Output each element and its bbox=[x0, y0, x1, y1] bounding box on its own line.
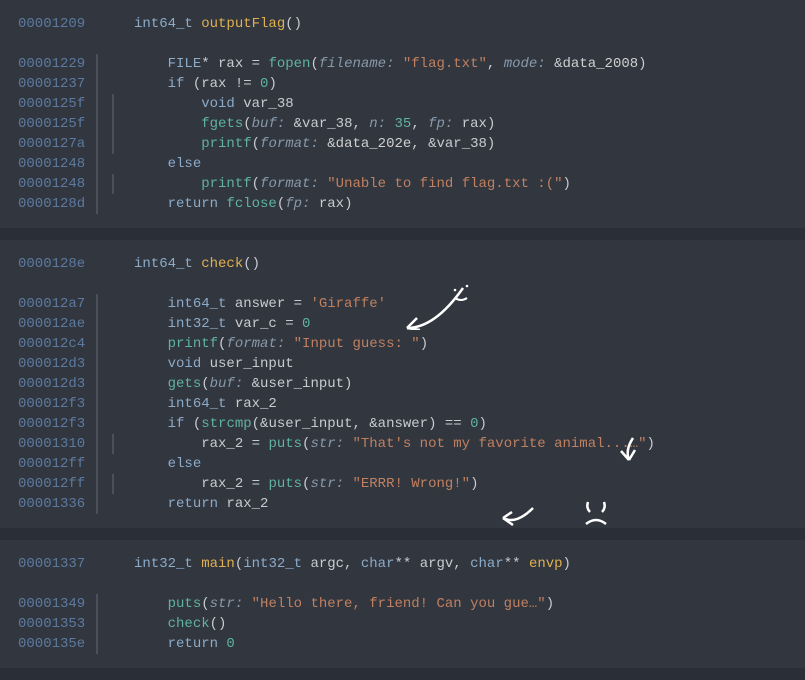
code-line[interactable]: 000012d3 void user_input bbox=[0, 354, 805, 374]
address: 00001337 bbox=[18, 554, 96, 574]
address: 00001248 bbox=[18, 154, 96, 174]
address: 0000128d bbox=[18, 194, 96, 214]
code-text: if (strcmp(&user_input, &answer) == 0) bbox=[134, 414, 787, 434]
blank-line bbox=[0, 574, 805, 594]
code-line[interactable]: 0000125f void var_38 bbox=[0, 94, 805, 114]
code-text: printf(format: &data_202e, &var_38) bbox=[134, 134, 787, 154]
code-line[interactable]: 00001310 rax_2 = puts(str: "That's not m… bbox=[0, 434, 805, 454]
address: 000012c4 bbox=[18, 334, 96, 354]
code-line[interactable]: 0000125f fgets(buf: &var_38, n: 35, fp: … bbox=[0, 114, 805, 134]
code-line[interactable]: 000012a7 int64_t answer = 'Giraffe' bbox=[0, 294, 805, 314]
code-text: void var_38 bbox=[134, 94, 787, 114]
code-line[interactable]: 000012ff rax_2 = puts(str: "ERRR! Wrong!… bbox=[0, 474, 805, 494]
address: 000012ff bbox=[18, 454, 96, 474]
address: 0000135e bbox=[18, 634, 96, 654]
code-text: check() bbox=[134, 614, 787, 634]
address: 0000127a bbox=[18, 134, 96, 154]
code-text: int64_t rax_2 bbox=[134, 394, 787, 414]
code-line[interactable]: 000012ff else bbox=[0, 454, 805, 474]
code-text: void user_input bbox=[134, 354, 787, 374]
address: 00001353 bbox=[18, 614, 96, 634]
code-text: printf(format: "Unable to find flag.txt … bbox=[134, 174, 787, 194]
code-text: return fclose(fp: rax) bbox=[134, 194, 787, 214]
address: 0000128e bbox=[18, 254, 96, 274]
code-line[interactable]: 00001349 puts(str: "Hello there, friend!… bbox=[0, 594, 805, 614]
code-text: rax_2 = puts(str: "ERRR! Wrong!") bbox=[134, 474, 787, 494]
address: 000012ae bbox=[18, 314, 96, 334]
function-signature[interactable]: 0000128e int64_t check() bbox=[0, 254, 805, 274]
code-line[interactable]: 000012f3 if (strcmp(&user_input, &answer… bbox=[0, 414, 805, 434]
code-line[interactable]: 000012c4 printf(format: "Input guess: ") bbox=[0, 334, 805, 354]
code-line[interactable]: 00001248 printf(format: "Unable to find … bbox=[0, 174, 805, 194]
code-text: fgets(buf: &var_38, n: 35, fp: rax) bbox=[134, 114, 787, 134]
code-line[interactable]: 00001248 else bbox=[0, 154, 805, 174]
code-line[interactable]: 000012d3 gets(buf: &user_input) bbox=[0, 374, 805, 394]
function-body: 00001349 puts(str: "Hello there, friend!… bbox=[0, 594, 805, 654]
code-line[interactable]: 0000127a printf(format: &data_202e, &var… bbox=[0, 134, 805, 154]
code-text: rax_2 = puts(str: "That's not my favorit… bbox=[134, 434, 787, 454]
address: 000012f3 bbox=[18, 414, 96, 434]
address: 00001209 bbox=[18, 14, 96, 34]
address: 000012a7 bbox=[18, 294, 96, 314]
function-signature[interactable]: 00001209 int64_t outputFlag() bbox=[0, 14, 805, 34]
function-signature[interactable]: 00001337 int32_t main(int32_t argc, char… bbox=[0, 554, 805, 574]
address: 0000125f bbox=[18, 114, 96, 134]
code-text: printf(format: "Input guess: ") bbox=[134, 334, 787, 354]
code-text: int32_t var_c = 0 bbox=[134, 314, 787, 334]
code-line[interactable]: 00001353 check() bbox=[0, 614, 805, 634]
code-text: else bbox=[134, 454, 787, 474]
decompiler-pane-check: 0000128e int64_t check() 000012a7 int64_… bbox=[0, 240, 805, 528]
address: 00001229 bbox=[18, 54, 96, 74]
blank-line bbox=[0, 34, 805, 54]
code-line[interactable]: 0000135e return 0 bbox=[0, 634, 805, 654]
address: 000012f3 bbox=[18, 394, 96, 414]
code-text: int64_t answer = 'Giraffe' bbox=[134, 294, 787, 314]
address: 00001310 bbox=[18, 434, 96, 454]
address: 000012ff bbox=[18, 474, 96, 494]
code-line[interactable]: 00001336 return rax_2 bbox=[0, 494, 805, 514]
code-text: if (rax != 0) bbox=[134, 74, 787, 94]
code-text: return rax_2 bbox=[134, 494, 787, 514]
decompiler-pane-outputFlag: 00001209 int64_t outputFlag() 00001229 F… bbox=[0, 0, 805, 228]
code-text: gets(buf: &user_input) bbox=[134, 374, 787, 394]
code-line[interactable]: 00001229 FILE* rax = fopen(filename: "fl… bbox=[0, 54, 805, 74]
blank-line bbox=[0, 274, 805, 294]
code-line[interactable]: 000012f3 int64_t rax_2 bbox=[0, 394, 805, 414]
address: 00001237 bbox=[18, 74, 96, 94]
function-body: 00001229 FILE* rax = fopen(filename: "fl… bbox=[0, 54, 805, 214]
code-text: else bbox=[134, 154, 787, 174]
address: 00001248 bbox=[18, 174, 96, 194]
code-line[interactable]: 000012ae int32_t var_c = 0 bbox=[0, 314, 805, 334]
code-text: return 0 bbox=[134, 634, 787, 654]
code-line[interactable]: 00001237 if (rax != 0) bbox=[0, 74, 805, 94]
address: 00001349 bbox=[18, 594, 96, 614]
address: 000012d3 bbox=[18, 354, 96, 374]
code-text: puts(str: "Hello there, friend! Can you … bbox=[134, 594, 787, 614]
code-text: FILE* rax = fopen(filename: "flag.txt", … bbox=[134, 54, 787, 74]
address: 00001336 bbox=[18, 494, 96, 514]
address: 0000125f bbox=[18, 94, 96, 114]
code-line[interactable]: 0000128d return fclose(fp: rax) bbox=[0, 194, 805, 214]
address: 000012d3 bbox=[18, 374, 96, 394]
function-body: 000012a7 int64_t answer = 'Giraffe'00001… bbox=[0, 294, 805, 514]
decompiler-pane-main: 00001337 int32_t main(int32_t argc, char… bbox=[0, 540, 805, 668]
